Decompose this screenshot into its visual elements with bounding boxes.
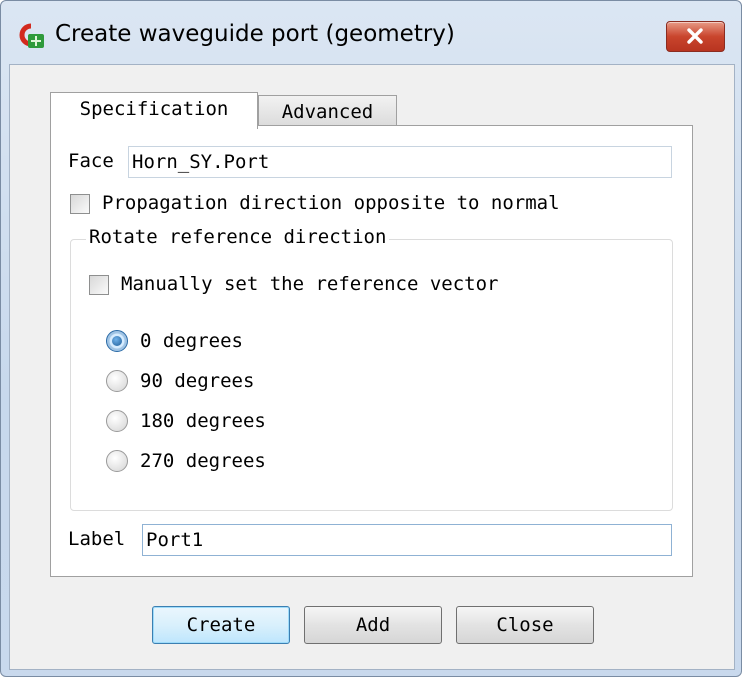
port-label-label: Label bbox=[68, 528, 126, 550]
specification-panel: Face Horn_SY.Port Propagation direction … bbox=[50, 125, 693, 577]
manual-reference-label: Manually set the reference vector bbox=[121, 273, 499, 295]
app-icon bbox=[19, 23, 44, 48]
radio-90-degrees[interactable] bbox=[106, 370, 128, 392]
title-bar[interactable]: Create waveguide port (geometry) bbox=[1, 1, 741, 65]
rotate-group-title: Rotate reference direction bbox=[86, 226, 390, 248]
radio-0-degrees-label: 0 degrees bbox=[140, 330, 243, 352]
radio-180-degrees-label: 180 degrees bbox=[140, 410, 266, 432]
port-label-field[interactable]: Port1 bbox=[142, 524, 672, 556]
opposite-direction-checkbox[interactable] bbox=[70, 194, 90, 214]
close-icon bbox=[687, 28, 703, 44]
add-button[interactable]: Add bbox=[304, 606, 442, 644]
manual-reference-checkbox[interactable] bbox=[89, 275, 109, 295]
radio-180-degrees[interactable] bbox=[106, 410, 128, 432]
radio-270-degrees-label: 270 degrees bbox=[140, 450, 266, 472]
rotate-reference-group: Rotate reference direction Manually set … bbox=[70, 226, 673, 511]
tab-advanced[interactable]: Advanced bbox=[258, 95, 397, 129]
radio-0-degrees[interactable] bbox=[106, 330, 128, 352]
radio-90-degrees-label: 90 degrees bbox=[140, 370, 255, 392]
face-label: Face bbox=[68, 150, 114, 172]
create-button[interactable]: Create bbox=[152, 606, 290, 644]
window-title: Create waveguide port (geometry) bbox=[55, 21, 455, 47]
close-button[interactable]: Close bbox=[456, 606, 594, 644]
dialog-client-area: Specification Advanced Face Horn_SY.Port… bbox=[9, 64, 735, 670]
window-close-button[interactable] bbox=[666, 21, 725, 52]
dialog-window: Create waveguide port (geometry) Specifi… bbox=[0, 0, 742, 677]
face-field[interactable]: Horn_SY.Port bbox=[128, 146, 672, 178]
radio-270-degrees[interactable] bbox=[106, 450, 128, 472]
tab-specification[interactable]: Specification bbox=[50, 92, 258, 129]
opposite-direction-label: Propagation direction opposite to normal bbox=[102, 192, 560, 214]
